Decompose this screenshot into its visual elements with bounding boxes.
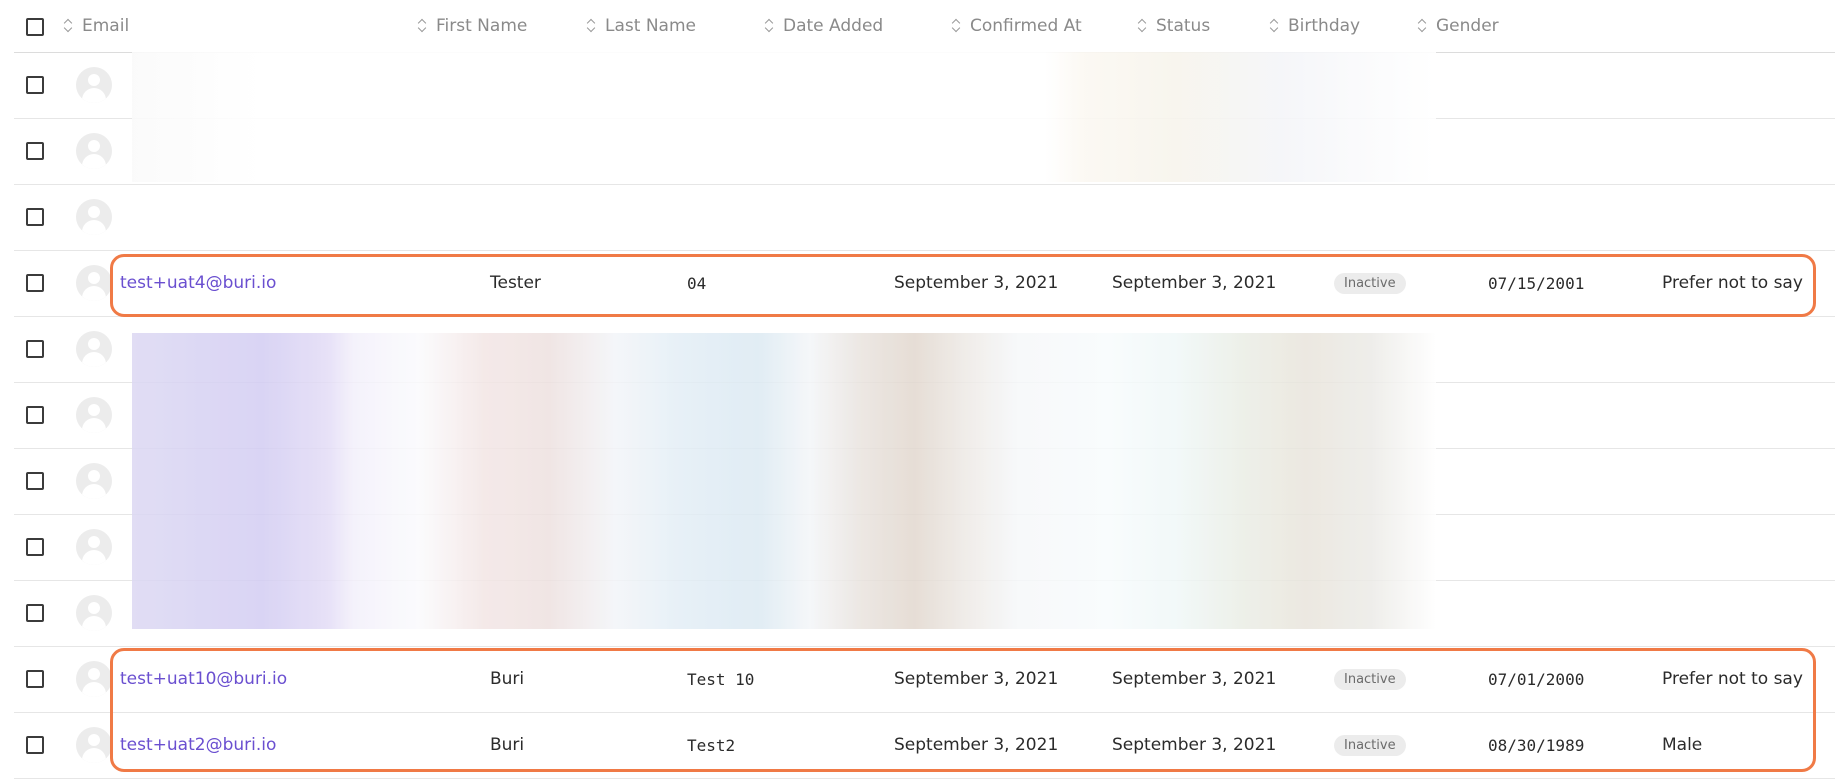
redacted-area bbox=[132, 333, 1436, 629]
highlight-box bbox=[110, 648, 1816, 772]
sort-icon bbox=[952, 19, 962, 33]
sort-icon bbox=[1270, 19, 1280, 33]
avatar bbox=[76, 67, 112, 103]
column-header-gender[interactable]: Gender bbox=[1418, 0, 1499, 52]
avatar bbox=[76, 133, 112, 169]
avatar bbox=[76, 529, 112, 565]
avatar bbox=[76, 265, 112, 301]
avatar bbox=[76, 331, 112, 367]
highlight-box bbox=[110, 254, 1816, 317]
table-header: Email First Name Last Name Date Added Co… bbox=[14, 0, 1835, 53]
column-header-date-added[interactable]: Date Added bbox=[765, 0, 883, 52]
avatar bbox=[76, 397, 112, 433]
sort-icon bbox=[765, 19, 775, 33]
row-checkbox[interactable] bbox=[26, 406, 44, 424]
row-checkbox[interactable] bbox=[26, 538, 44, 556]
sort-icon bbox=[1418, 19, 1428, 33]
column-header-email[interactable]: Email bbox=[64, 0, 129, 52]
avatar bbox=[76, 727, 112, 763]
column-header-status[interactable]: Status bbox=[1138, 0, 1210, 52]
select-all-checkbox[interactable] bbox=[26, 18, 44, 36]
row-checkbox[interactable] bbox=[26, 274, 44, 292]
sort-icon bbox=[1138, 19, 1148, 33]
avatar bbox=[76, 199, 112, 235]
row-checkbox[interactable] bbox=[26, 340, 44, 358]
avatar bbox=[76, 661, 112, 697]
row-checkbox[interactable] bbox=[26, 670, 44, 688]
row-checkbox[interactable] bbox=[26, 208, 44, 226]
row-checkbox[interactable] bbox=[26, 142, 44, 160]
avatar bbox=[76, 595, 112, 631]
column-header-birthday[interactable]: Birthday bbox=[1270, 0, 1360, 52]
table-row[interactable] bbox=[14, 184, 1835, 251]
row-checkbox[interactable] bbox=[26, 604, 44, 622]
row-checkbox[interactable] bbox=[26, 472, 44, 490]
column-header-first-name[interactable]: First Name bbox=[418, 0, 527, 52]
row-checkbox[interactable] bbox=[26, 76, 44, 94]
column-header-last-name[interactable]: Last Name bbox=[587, 0, 696, 52]
sort-icon bbox=[418, 19, 428, 33]
sort-icon bbox=[64, 19, 74, 33]
sort-icon bbox=[587, 19, 597, 33]
row-checkbox[interactable] bbox=[26, 736, 44, 754]
avatar bbox=[76, 463, 112, 499]
column-header-confirmed-at[interactable]: Confirmed At bbox=[952, 0, 1082, 52]
redacted-area bbox=[132, 52, 1436, 182]
